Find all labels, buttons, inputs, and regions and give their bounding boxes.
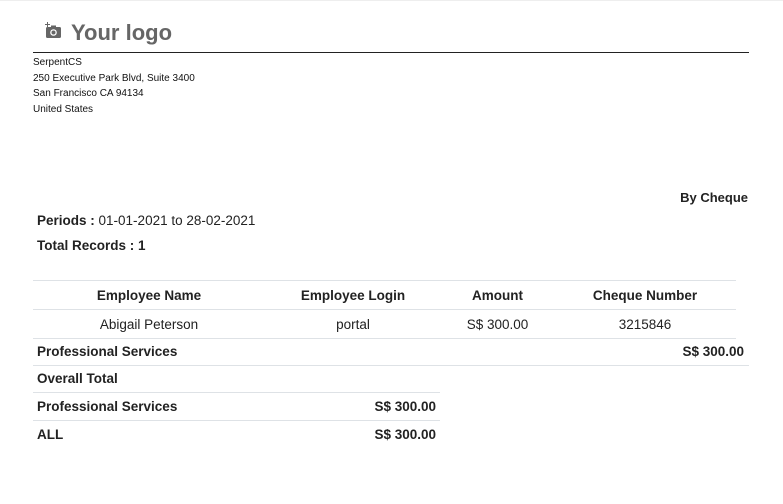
group-total-amount: S$ 300.00 — [682, 344, 744, 359]
company-country: United States — [33, 103, 94, 115]
summary-amount: S$ 300.00 — [374, 399, 436, 414]
cell-amount: S$ 300.00 — [466, 316, 529, 332]
top-border — [0, 0, 783, 1]
header-cheque-number: Cheque Number — [592, 287, 698, 303]
camera-icon — [43, 20, 63, 46]
overall-total-table: Overall Total Professional Services S$ 3… — [33, 365, 440, 448]
summary-label: Professional Services — [37, 399, 178, 414]
header-employee-name: Employee Name — [96, 287, 202, 303]
total-records-label: Total Records : — [37, 238, 135, 253]
table-header-row: Employee Name Employee Login Amount Cheq… — [33, 280, 736, 310]
table-row: Abigail Peterson portal S$ 300.00 321584… — [33, 309, 736, 339]
total-records-line: Total Records : 1 — [37, 238, 146, 253]
header-amount: Amount — [472, 287, 523, 303]
logo-text: Your logo — [71, 20, 173, 45]
total-records-value: 1 — [138, 238, 146, 253]
summary-label: ALL — [37, 427, 64, 442]
group-total-label: Professional Services — [37, 344, 178, 359]
employee-table: Employee Name Employee Login Amount Cheq… — [33, 280, 736, 339]
periods-line: Periods : 01-01-2021 to 28-02-2021 — [37, 213, 255, 228]
company-city: San Francisco CA 94134 — [33, 88, 144, 99]
cell-cheque-number: 3215846 — [618, 316, 672, 332]
summary-row: ALL S$ 300.00 — [33, 421, 440, 449]
periods-value: 01-01-2021 to 28-02-2021 — [98, 213, 256, 228]
cell-employee-name: Abigail Peterson — [99, 316, 199, 332]
company-street: 250 Executive Park Blvd, Suite 3400 — [33, 72, 195, 84]
summary-amount: S$ 300.00 — [374, 427, 436, 442]
header-employee-login: Employee Login — [300, 287, 406, 303]
company-address: SerpentCS 250 Executive Park Blvd, Suite… — [33, 55, 195, 117]
overall-total-title: Overall Total — [37, 371, 118, 386]
company-logo: Your logo — [43, 20, 172, 46]
cell-employee-login: portal — [336, 316, 370, 332]
group-total-row: Professional Services S$ 300.00 — [33, 337, 749, 366]
header-divider — [33, 52, 749, 53]
periods-label: Periods : — [37, 213, 95, 228]
overall-total-title-row: Overall Total — [33, 365, 440, 393]
company-name: SerpentCS — [33, 57, 82, 68]
payment-method: By Cheque — [680, 190, 748, 205]
summary-row: Professional Services S$ 300.00 — [33, 393, 440, 421]
